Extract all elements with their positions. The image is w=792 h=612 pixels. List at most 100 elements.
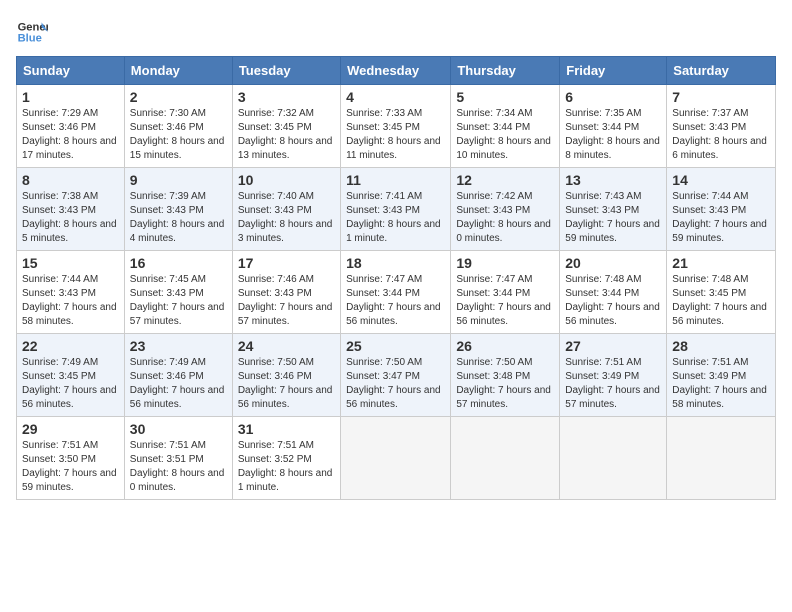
sunrise-label: Sunrise: 7:44 AM	[22, 274, 98, 285]
day-number: 25	[346, 338, 445, 354]
day-number: 31	[238, 421, 335, 437]
weekday-header: Saturday	[667, 57, 776, 85]
day-info: Sunrise: 7:42 AM Sunset: 3:43 PM Dayligh…	[456, 190, 554, 246]
day-number: 16	[130, 255, 227, 271]
day-number: 18	[346, 255, 445, 271]
sunrise-label: Sunrise: 7:41 AM	[346, 191, 422, 202]
day-info: Sunrise: 7:51 AM Sunset: 3:50 PM Dayligh…	[22, 439, 119, 495]
sunset-label: Sunset: 3:49 PM	[672, 371, 746, 382]
sunrise-label: Sunrise: 7:46 AM	[238, 274, 314, 285]
calendar-day-cell: 3 Sunrise: 7:32 AM Sunset: 3:45 PM Dayli…	[232, 85, 340, 168]
sunrise-label: Sunrise: 7:32 AM	[238, 108, 314, 119]
calendar-day-cell: 1 Sunrise: 7:29 AM Sunset: 3:46 PM Dayli…	[17, 85, 125, 168]
day-info: Sunrise: 7:43 AM Sunset: 3:43 PM Dayligh…	[565, 190, 661, 246]
sunrise-label: Sunrise: 7:34 AM	[456, 108, 532, 119]
calendar-day-cell: 17 Sunrise: 7:46 AM Sunset: 3:43 PM Dayl…	[232, 251, 340, 334]
weekday-header: Tuesday	[232, 57, 340, 85]
sunrise-label: Sunrise: 7:51 AM	[22, 440, 98, 451]
calendar-day-cell: 26 Sunrise: 7:50 AM Sunset: 3:48 PM Dayl…	[451, 334, 560, 417]
day-number: 21	[672, 255, 770, 271]
daylight-label: Daylight: 7 hours and 56 minutes.	[130, 385, 225, 410]
day-number: 4	[346, 89, 445, 105]
daylight-label: Daylight: 7 hours and 57 minutes.	[238, 302, 333, 327]
sunset-label: Sunset: 3:43 PM	[238, 288, 312, 299]
sunset-label: Sunset: 3:45 PM	[238, 122, 312, 133]
daylight-label: Daylight: 8 hours and 5 minutes.	[22, 219, 117, 244]
daylight-label: Daylight: 7 hours and 56 minutes.	[346, 302, 441, 327]
sunset-label: Sunset: 3:43 PM	[672, 205, 746, 216]
sunrise-label: Sunrise: 7:49 AM	[22, 357, 98, 368]
daylight-label: Daylight: 8 hours and 0 minutes.	[456, 219, 551, 244]
calendar-day-cell: 20 Sunrise: 7:48 AM Sunset: 3:44 PM Dayl…	[560, 251, 667, 334]
day-number: 14	[672, 172, 770, 188]
calendar-day-cell: 15 Sunrise: 7:44 AM Sunset: 3:43 PM Dayl…	[17, 251, 125, 334]
day-info: Sunrise: 7:37 AM Sunset: 3:43 PM Dayligh…	[672, 107, 770, 163]
calendar-day-cell: 4 Sunrise: 7:33 AM Sunset: 3:45 PM Dayli…	[341, 85, 451, 168]
sunset-label: Sunset: 3:46 PM	[130, 371, 204, 382]
sunset-label: Sunset: 3:46 PM	[130, 122, 204, 133]
daylight-label: Daylight: 7 hours and 57 minutes.	[130, 302, 225, 327]
calendar-day-cell: 5 Sunrise: 7:34 AM Sunset: 3:44 PM Dayli…	[451, 85, 560, 168]
sunset-label: Sunset: 3:43 PM	[346, 205, 420, 216]
day-number: 27	[565, 338, 661, 354]
sunrise-label: Sunrise: 7:42 AM	[456, 191, 532, 202]
day-number: 28	[672, 338, 770, 354]
daylight-label: Daylight: 7 hours and 56 minutes.	[22, 385, 117, 410]
sunrise-label: Sunrise: 7:47 AM	[346, 274, 422, 285]
day-info: Sunrise: 7:50 AM Sunset: 3:47 PM Dayligh…	[346, 356, 445, 412]
day-info: Sunrise: 7:51 AM Sunset: 3:49 PM Dayligh…	[672, 356, 770, 412]
calendar-day-cell: 16 Sunrise: 7:45 AM Sunset: 3:43 PM Dayl…	[124, 251, 232, 334]
sunrise-label: Sunrise: 7:51 AM	[130, 440, 206, 451]
day-info: Sunrise: 7:44 AM Sunset: 3:43 PM Dayligh…	[672, 190, 770, 246]
sunset-label: Sunset: 3:43 PM	[238, 205, 312, 216]
sunrise-label: Sunrise: 7:50 AM	[238, 357, 314, 368]
calendar-week-row: 15 Sunrise: 7:44 AM Sunset: 3:43 PM Dayl…	[17, 251, 776, 334]
daylight-label: Daylight: 8 hours and 1 minute.	[346, 219, 441, 244]
sunset-label: Sunset: 3:45 PM	[346, 122, 420, 133]
sunset-label: Sunset: 3:48 PM	[456, 371, 530, 382]
calendar-day-cell: 31 Sunrise: 7:51 AM Sunset: 3:52 PM Dayl…	[232, 417, 340, 500]
sunset-label: Sunset: 3:43 PM	[456, 205, 530, 216]
daylight-label: Daylight: 8 hours and 11 minutes.	[346, 136, 441, 161]
sunset-label: Sunset: 3:44 PM	[346, 288, 420, 299]
sunrise-label: Sunrise: 7:51 AM	[238, 440, 314, 451]
sunset-label: Sunset: 3:52 PM	[238, 454, 312, 465]
day-number: 13	[565, 172, 661, 188]
calendar-day-cell: 21 Sunrise: 7:48 AM Sunset: 3:45 PM Dayl…	[667, 251, 776, 334]
calendar-week-row: 1 Sunrise: 7:29 AM Sunset: 3:46 PM Dayli…	[17, 85, 776, 168]
daylight-label: Daylight: 7 hours and 58 minutes.	[672, 385, 767, 410]
calendar-day-cell: 30 Sunrise: 7:51 AM Sunset: 3:51 PM Dayl…	[124, 417, 232, 500]
day-info: Sunrise: 7:49 AM Sunset: 3:46 PM Dayligh…	[130, 356, 227, 412]
daylight-label: Daylight: 7 hours and 59 minutes.	[672, 219, 767, 244]
calendar-header-row: SundayMondayTuesdayWednesdayThursdayFrid…	[17, 57, 776, 85]
calendar-day-cell: 12 Sunrise: 7:42 AM Sunset: 3:43 PM Dayl…	[451, 168, 560, 251]
sunrise-label: Sunrise: 7:29 AM	[22, 108, 98, 119]
sunrise-label: Sunrise: 7:37 AM	[672, 108, 748, 119]
daylight-label: Daylight: 8 hours and 4 minutes.	[130, 219, 225, 244]
daylight-label: Daylight: 7 hours and 59 minutes.	[565, 219, 660, 244]
day-number: 2	[130, 89, 227, 105]
sunrise-label: Sunrise: 7:51 AM	[672, 357, 748, 368]
day-info: Sunrise: 7:44 AM Sunset: 3:43 PM Dayligh…	[22, 273, 119, 329]
daylight-label: Daylight: 7 hours and 57 minutes.	[456, 385, 551, 410]
daylight-label: Daylight: 7 hours and 56 minutes.	[456, 302, 551, 327]
sunrise-label: Sunrise: 7:39 AM	[130, 191, 206, 202]
calendar-day-cell	[341, 417, 451, 500]
sunrise-label: Sunrise: 7:50 AM	[346, 357, 422, 368]
day-info: Sunrise: 7:51 AM Sunset: 3:51 PM Dayligh…	[130, 439, 227, 495]
daylight-label: Daylight: 7 hours and 58 minutes.	[22, 302, 117, 327]
day-number: 3	[238, 89, 335, 105]
day-info: Sunrise: 7:51 AM Sunset: 3:49 PM Dayligh…	[565, 356, 661, 412]
day-info: Sunrise: 7:46 AM Sunset: 3:43 PM Dayligh…	[238, 273, 335, 329]
header: General Blue	[16, 16, 776, 48]
calendar-table: SundayMondayTuesdayWednesdayThursdayFrid…	[16, 56, 776, 500]
calendar-day-cell: 8 Sunrise: 7:38 AM Sunset: 3:43 PM Dayli…	[17, 168, 125, 251]
calendar-day-cell	[560, 417, 667, 500]
day-number: 8	[22, 172, 119, 188]
day-info: Sunrise: 7:48 AM Sunset: 3:44 PM Dayligh…	[565, 273, 661, 329]
sunrise-label: Sunrise: 7:30 AM	[130, 108, 206, 119]
sunrise-label: Sunrise: 7:50 AM	[456, 357, 532, 368]
day-info: Sunrise: 7:45 AM Sunset: 3:43 PM Dayligh…	[130, 273, 227, 329]
calendar-day-cell: 10 Sunrise: 7:40 AM Sunset: 3:43 PM Dayl…	[232, 168, 340, 251]
day-info: Sunrise: 7:30 AM Sunset: 3:46 PM Dayligh…	[130, 107, 227, 163]
